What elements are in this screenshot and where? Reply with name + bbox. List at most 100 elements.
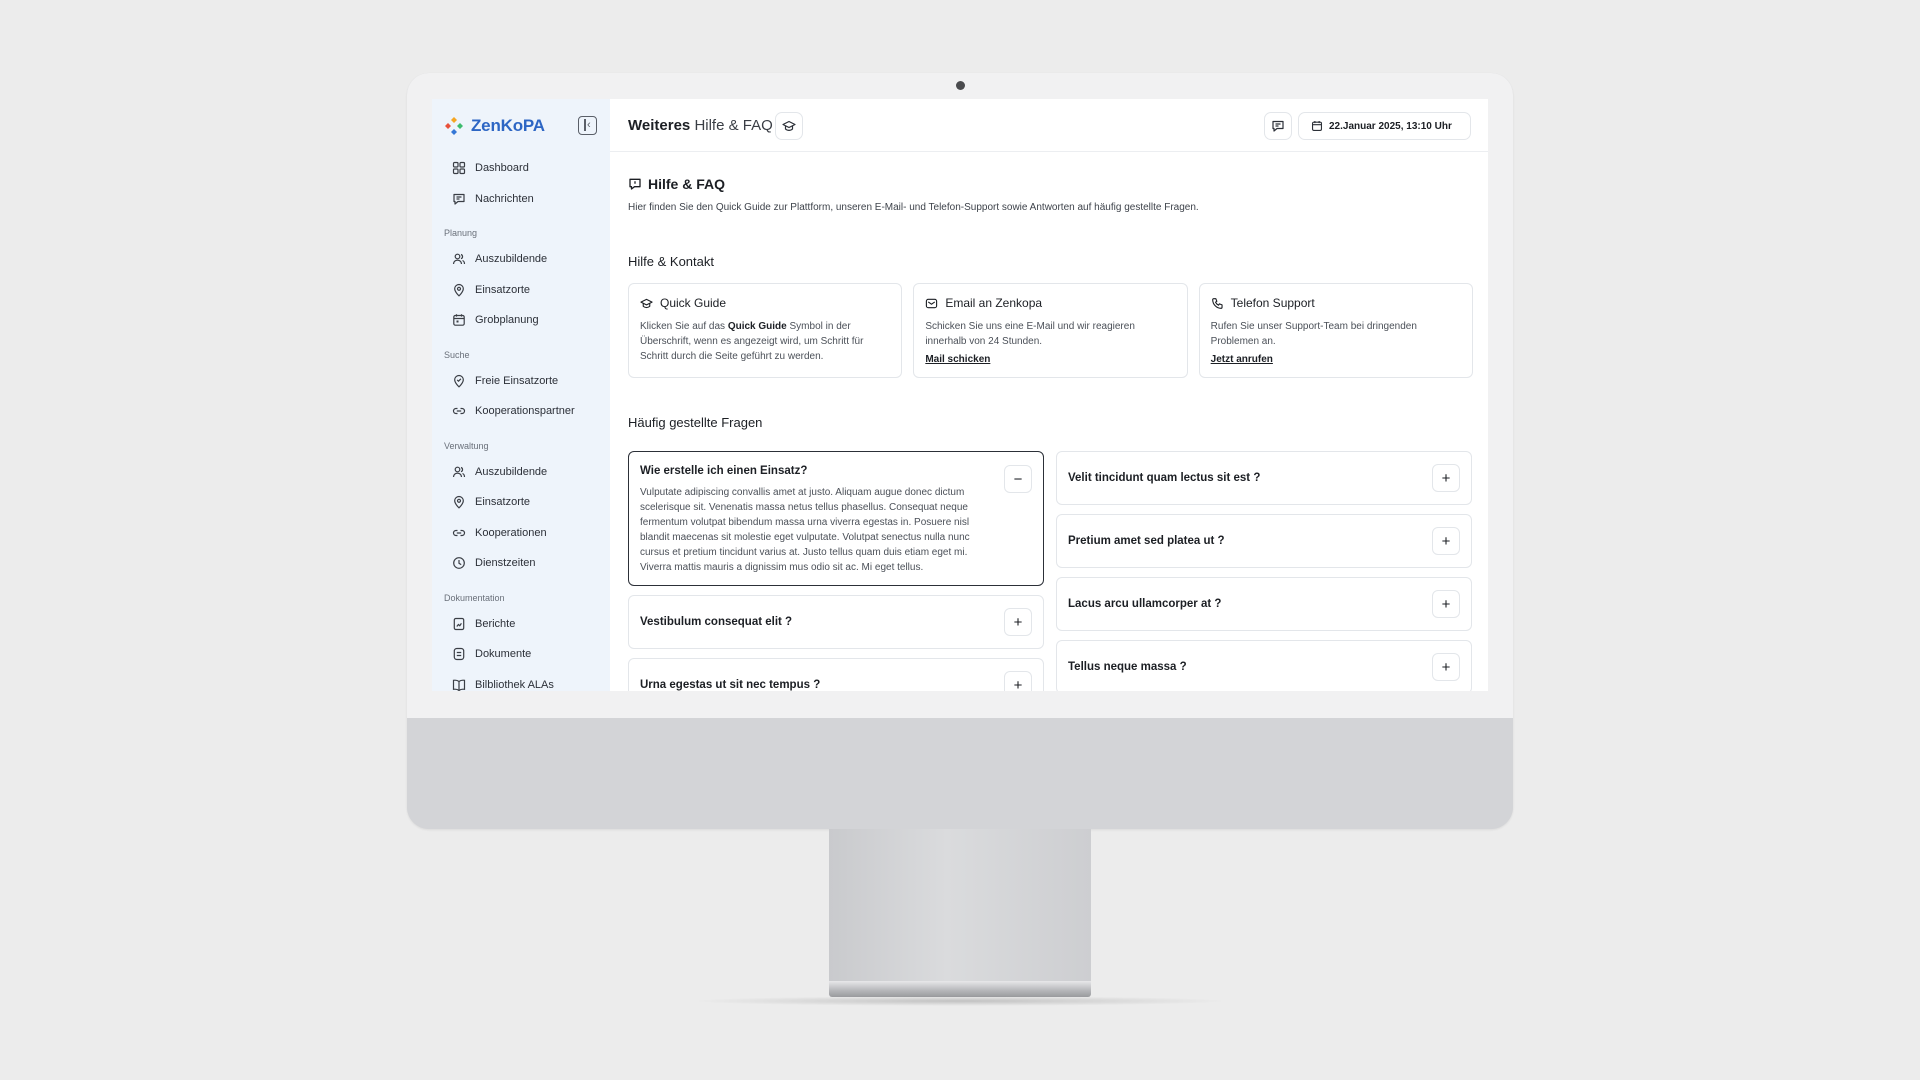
page-title-section: Weiteres [628, 117, 691, 134]
phone-icon [1211, 297, 1223, 309]
call-now-link[interactable]: Jetzt anrufen [1211, 352, 1273, 367]
send-mail-link[interactable]: Mail schicken [925, 352, 990, 367]
faq-item[interactable]: Lacus arcu ullamcorper at ? + [1056, 577, 1472, 631]
quick-guide-text-bold: Quick Guide [727, 321, 787, 332]
collapse-faq-button[interactable]: − [1004, 465, 1032, 493]
expand-faq-button[interactable]: + [1432, 590, 1460, 618]
sidebar-item-freie-einsatzorte[interactable]: Freie Einsatzorte [444, 366, 610, 397]
card-title: Telefon Support [1211, 296, 1461, 310]
faq-heading: Häufig gestellte Fragen [628, 415, 763, 430]
sidebar-item-planung-auszubildende[interactable]: Auszubildende [444, 244, 610, 275]
sidebar-item-label: Auszubildende [475, 465, 548, 478]
faq-item[interactable]: Tellus neque massa ? + [1056, 640, 1472, 691]
sidebar-item-planung-einsatzorte[interactable]: Einsatzorte [444, 275, 610, 306]
help-section-title: Hilfe & FAQ [628, 176, 725, 192]
faq-question: Tellus neque massa ? [1068, 661, 1187, 673]
sidebar: ZenKoPA ‹ Dashboard Nachrichten Planung … [432, 99, 610, 691]
sidebar-item-label: Auszubildende [475, 253, 548, 266]
faq-question: Urna egestas ut sit nec tempus ? [640, 679, 821, 691]
sidebar-item-label: Dokumente [475, 648, 532, 661]
expand-faq-button[interactable]: + [1004, 671, 1032, 691]
sidebar-item-verwaltung-auszubildende[interactable]: Auszubildende [444, 457, 610, 488]
faq-question: Lacus arcu ullamcorper at ? [1068, 598, 1222, 610]
email-card-title: Email an Zenkopa [945, 296, 1043, 310]
faq-question: Vestibulum consequat elit ? [640, 616, 793, 628]
report-icon [453, 617, 465, 630]
zenkopa-logo-icon [445, 117, 463, 135]
contact-heading: Hilfe & Kontakt [628, 254, 714, 269]
phone-card-text: Rufen Sie unser Support-Team bei dringen… [1210, 321, 1417, 347]
expand-faq-button[interactable]: + [1432, 527, 1460, 555]
card-title: Email an Zenkopa [925, 296, 1175, 310]
sidebar-item-label: Nachrichten [475, 192, 534, 205]
graduation-cap-icon [640, 298, 653, 308]
faq-item[interactable]: Vestibulum consequat elit ? + [628, 595, 1044, 649]
chevron-left-icon: ‹ [587, 119, 591, 131]
book-icon [452, 679, 466, 691]
faq-column-right: Velit tincidunt quam lectus sit est ? + … [1056, 451, 1472, 691]
sidebar-item-label: Einsatzorte [475, 496, 531, 509]
faq-item[interactable]: Velit tincidunt quam lectus sit est ? + [1056, 451, 1472, 505]
date-time-button[interactable]: 22.Januar 2025, 13:10 Uhr [1298, 112, 1471, 140]
message-icon [453, 193, 465, 205]
faq-answer: Vulputate adipiscing convallis amet at j… [640, 487, 970, 573]
monitor-stand-foot [829, 981, 1091, 997]
sidebar-item-kooperationspartner[interactable]: Kooperationspartner [444, 396, 610, 427]
faq-column-left: Wie erstelle ich einen Einsatz? Vulputat… [628, 451, 1044, 691]
collapse-sidebar-button[interactable]: ‹ [578, 116, 597, 135]
calendar-icon [1311, 121, 1323, 132]
messages-button[interactable] [1264, 112, 1292, 140]
sidebar-item-label: Berichte [475, 617, 516, 630]
sidebar-section-title: Verwaltung [444, 440, 489, 451]
sidebar-item-kooperationen[interactable]: Kooperationen [444, 518, 610, 549]
location-pin-icon [454, 496, 464, 509]
sidebar-section-title: Planung [444, 228, 478, 238]
sidebar-item-dashboard[interactable]: Dashboard [444, 153, 610, 184]
quick-guide-card[interactable]: Quick Guide Klicken Sie auf das Quick Gu… [628, 283, 903, 378]
sidebar-item-label: Freie Einsatzorte [475, 374, 559, 387]
calendar-plan-icon [453, 314, 465, 327]
brand-name: ZenKoPA [471, 116, 545, 135]
sidebar-item-label: Kooperationen [475, 526, 547, 539]
faq-item[interactable]: Pretium amet sed platea ut ? + [1056, 514, 1472, 568]
location-check-icon [454, 374, 464, 388]
phone-card: Telefon Support Rufen Sie unser Support-… [1198, 283, 1473, 378]
sidebar-item-grobplanung[interactable]: Grobplanung [444, 305, 610, 336]
expand-faq-button[interactable]: + [1432, 653, 1460, 681]
faq-question: Pretium amet sed platea ut ? [1068, 535, 1225, 547]
page-title: Weiteres Hilfe & FAQ [628, 117, 773, 134]
app-screen: ZenKoPA ‹ Dashboard Nachrichten Planung … [432, 99, 1488, 691]
users-icon [452, 466, 466, 477]
contact-cards: Quick Guide Klicken Sie auf das Quick Gu… [628, 283, 1473, 378]
faq-item[interactable]: Urna egestas ut sit nec tempus ? + [628, 658, 1044, 691]
sidebar-item-berichte[interactable]: Berichte [444, 609, 610, 640]
monitor-shadow [690, 996, 1230, 1006]
sidebar-item-label: Grobplanung [475, 314, 539, 327]
sidebar-item-label: Dienstzeiten [475, 557, 536, 570]
expand-faq-button[interactable]: + [1432, 464, 1460, 492]
sidebar-item-dokumente[interactable]: Dokumente [444, 639, 610, 670]
expand-faq-button[interactable]: + [1004, 608, 1032, 636]
current-datetime: 22.Januar 2025, 13:10 Uhr [1329, 120, 1452, 132]
sidebar-item-dienstzeiten[interactable]: Dienstzeiten [444, 548, 610, 579]
document-icon [453, 648, 465, 661]
faq-item-open[interactable]: Wie erstelle ich einen Einsatz? Vulputat… [628, 451, 1044, 586]
graduation-cap-icon [782, 120, 796, 132]
faq-question: Velit tincidunt quam lectus sit est ? [1068, 472, 1261, 484]
sidebar-section-title: Suche [444, 349, 470, 360]
email-card: Email an Zenkopa Schicken Sie uns eine E… [913, 283, 1188, 378]
monitor-stand [829, 829, 1091, 981]
help-chat-icon [629, 178, 641, 190]
sidebar-nav: Dashboard Nachrichten Planung Auszubilde… [444, 153, 610, 691]
help-title: Hilfe & FAQ [648, 176, 726, 192]
quick-guide-text: Klicken Sie auf das Quick Guide Symbol i… [640, 319, 890, 364]
quick-guide-button[interactable] [775, 112, 803, 140]
faq-question: Wie erstelle ich einen Einsatz? [640, 465, 808, 477]
message-icon [1272, 120, 1284, 132]
sidebar-item-bibliothek[interactable]: Bilbliothek ALAs [444, 670, 610, 691]
sidebar-item-nachrichten[interactable]: Nachrichten [444, 184, 610, 215]
topbar: Weiteres Hilfe & FAQ 22.Januar 2025, 13:… [610, 99, 1488, 152]
camera-icon [956, 81, 965, 90]
help-description: Hier finden Sie den Quick Guide zur Plat… [628, 202, 1199, 213]
sidebar-item-verwaltung-einsatzorte[interactable]: Einsatzorte [444, 487, 610, 518]
